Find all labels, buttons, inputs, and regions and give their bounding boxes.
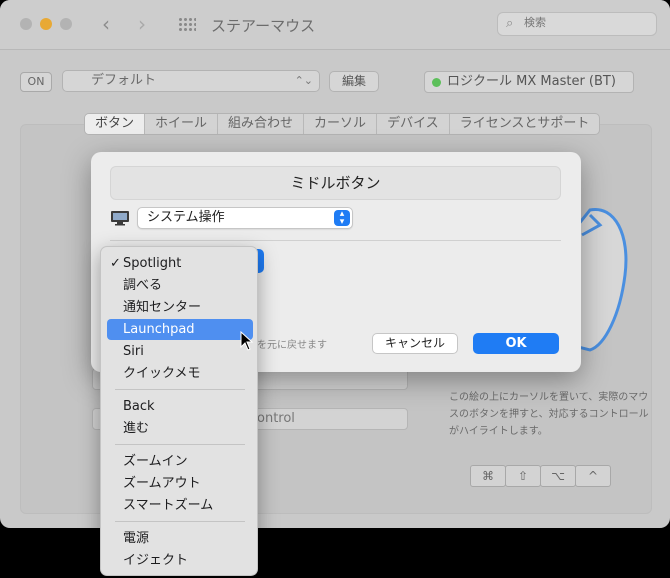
tab-bar: ボタン ホイール 組み合わせ カーソル デバイス ライセンスとサポート (84, 113, 601, 135)
dialog-title: ミドルボタン (110, 166, 561, 200)
title-bar: ‹ › ステアーマウス ⌕ (0, 0, 670, 50)
tab-buttons[interactable]: ボタン (85, 114, 146, 134)
menu-item-spotlight[interactable]: ✓ Spotlight (107, 253, 253, 274)
on-toggle-button[interactable]: ON (20, 72, 52, 92)
tab-wheel[interactable]: ホイール (145, 114, 219, 134)
menu-item-forward[interactable]: 進む (107, 418, 253, 439)
restore-hint-text: を元に戻せます (257, 340, 327, 351)
search-icon: ⌕ (506, 16, 514, 31)
option-key[interactable]: ⌥ (540, 465, 576, 487)
profile-select[interactable]: デフォルト ⌃⌄ (62, 70, 320, 92)
zoom-window-button[interactable] (60, 18, 72, 30)
minimize-window-button[interactable] (40, 18, 52, 30)
menu-item-notification-center[interactable]: 通知センター (107, 297, 253, 318)
modifier-keys: ⌘ ⇧ ⌥ ^ (470, 465, 611, 487)
search-field[interactable]: ⌕ (497, 12, 657, 36)
menu-item-power[interactable]: 電源 (107, 528, 253, 549)
device-name: ロジクール MX Master (BT) (447, 74, 616, 89)
ok-button[interactable]: OK (473, 333, 559, 354)
close-window-button[interactable] (20, 18, 32, 30)
tab-combinations[interactable]: 組み合わせ (218, 114, 305, 134)
menu-item-back[interactable]: Back (107, 396, 253, 417)
menu-item-zoom-in[interactable]: ズームイン (107, 451, 253, 472)
search-input[interactable] (524, 16, 644, 29)
command-key[interactable]: ⌘ (470, 465, 506, 487)
shift-key[interactable]: ⇧ (505, 465, 541, 487)
edit-button[interactable]: 編集 (329, 71, 379, 92)
back-chevron-icon[interactable]: ‹ (102, 12, 110, 36)
menu-item-quick-note[interactable]: クイックメモ (107, 363, 253, 384)
menu-separator (115, 444, 245, 445)
forward-chevron-icon[interactable]: › (138, 12, 146, 36)
select-stepper-icon: ▴ ▾ (334, 210, 350, 227)
action-category-select[interactable]: システム操作 ▴ ▾ (137, 207, 353, 229)
connection-status-dot (432, 78, 441, 87)
checkmark-icon: ✓ (110, 256, 121, 271)
tab-cursor[interactable]: カーソル (304, 114, 378, 134)
menu-item-siri[interactable]: Siri (107, 341, 253, 362)
control-key[interactable]: ^ (575, 465, 611, 487)
device-indicator: ロジクール MX Master (BT) (424, 71, 634, 93)
menu-item-launchpad[interactable]: Launchpad (107, 319, 253, 340)
tab-license-support[interactable]: ライセンスとサポート (450, 114, 600, 134)
menu-separator (115, 389, 245, 390)
menu-item-smart-zoom[interactable]: スマートズーム (107, 495, 253, 516)
menu-item-eject[interactable]: イジェクト (107, 550, 253, 571)
action-category-value: システム操作 (147, 210, 225, 225)
action-popup-menu: ✓ Spotlight 調べる 通知センター Launchpad Siri クイッ… (100, 246, 258, 576)
monitor-icon (111, 211, 129, 226)
menu-item-zoom-out[interactable]: ズームアウト (107, 473, 253, 494)
window-title: ステアーマウス (211, 17, 316, 35)
cancel-button[interactable]: キャンセル (372, 333, 458, 354)
mouse-pointer-icon (240, 331, 254, 351)
select-arrows-icon: ⌃⌄ (294, 74, 313, 87)
profile-select-value: デフォルト (91, 73, 157, 88)
show-all-grid-icon[interactable] (178, 17, 196, 33)
tab-devices[interactable]: デバイス (377, 114, 450, 134)
menu-separator (115, 521, 245, 522)
divider (110, 240, 561, 241)
hint-text: この絵の上にカーソルを置いて、実際のマウスのボタンを押すと、対応するコントロール… (449, 392, 649, 437)
menu-item-lookup[interactable]: 調べる (107, 275, 253, 296)
